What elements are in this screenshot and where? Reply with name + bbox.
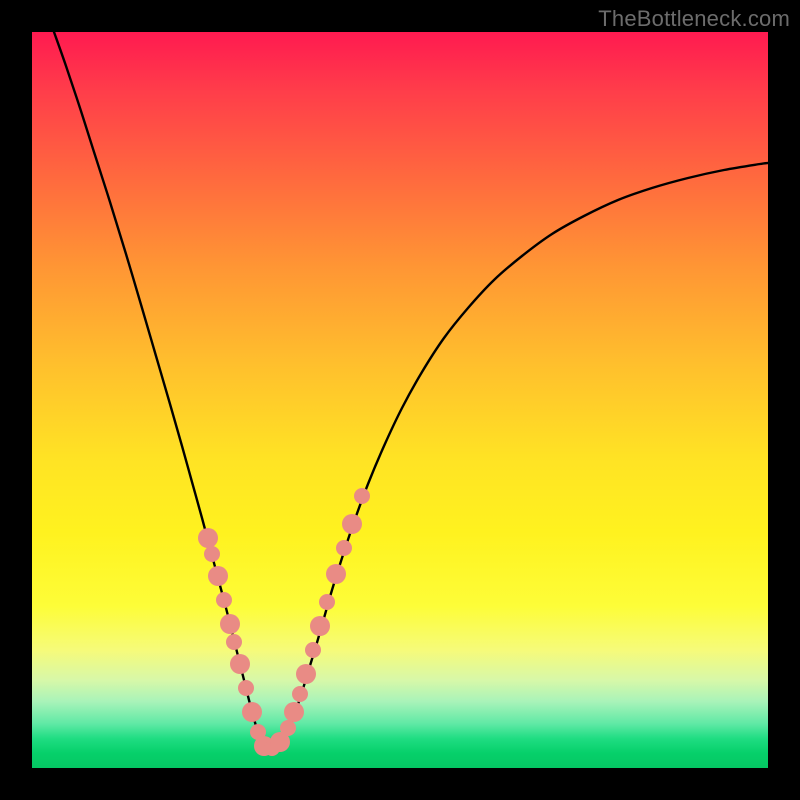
chart-stage: TheBottleneck.com (0, 0, 800, 800)
curve-marker (342, 514, 362, 534)
watermark-text: TheBottleneck.com (598, 6, 790, 32)
curve-marker (319, 594, 335, 610)
curve-marker (305, 642, 321, 658)
curve-marker (354, 488, 370, 504)
plot-area (32, 32, 768, 768)
curve-marker (216, 592, 232, 608)
curve-marker (238, 680, 254, 696)
curve-marker (284, 702, 304, 722)
curve-marker (336, 540, 352, 556)
curve-markers (198, 488, 370, 756)
curve-marker (230, 654, 250, 674)
chart-svg (32, 32, 768, 768)
curve-marker (296, 664, 316, 684)
curve-marker (326, 564, 346, 584)
curve-marker (292, 686, 308, 702)
curve-marker (310, 616, 330, 636)
curve-marker (280, 720, 296, 736)
curve-marker (198, 528, 218, 548)
curve-marker (204, 546, 220, 562)
curve-marker (242, 702, 262, 722)
bottleneck-curve (54, 32, 768, 750)
curve-marker (226, 634, 242, 650)
curve-marker (220, 614, 240, 634)
curve-marker (208, 566, 228, 586)
